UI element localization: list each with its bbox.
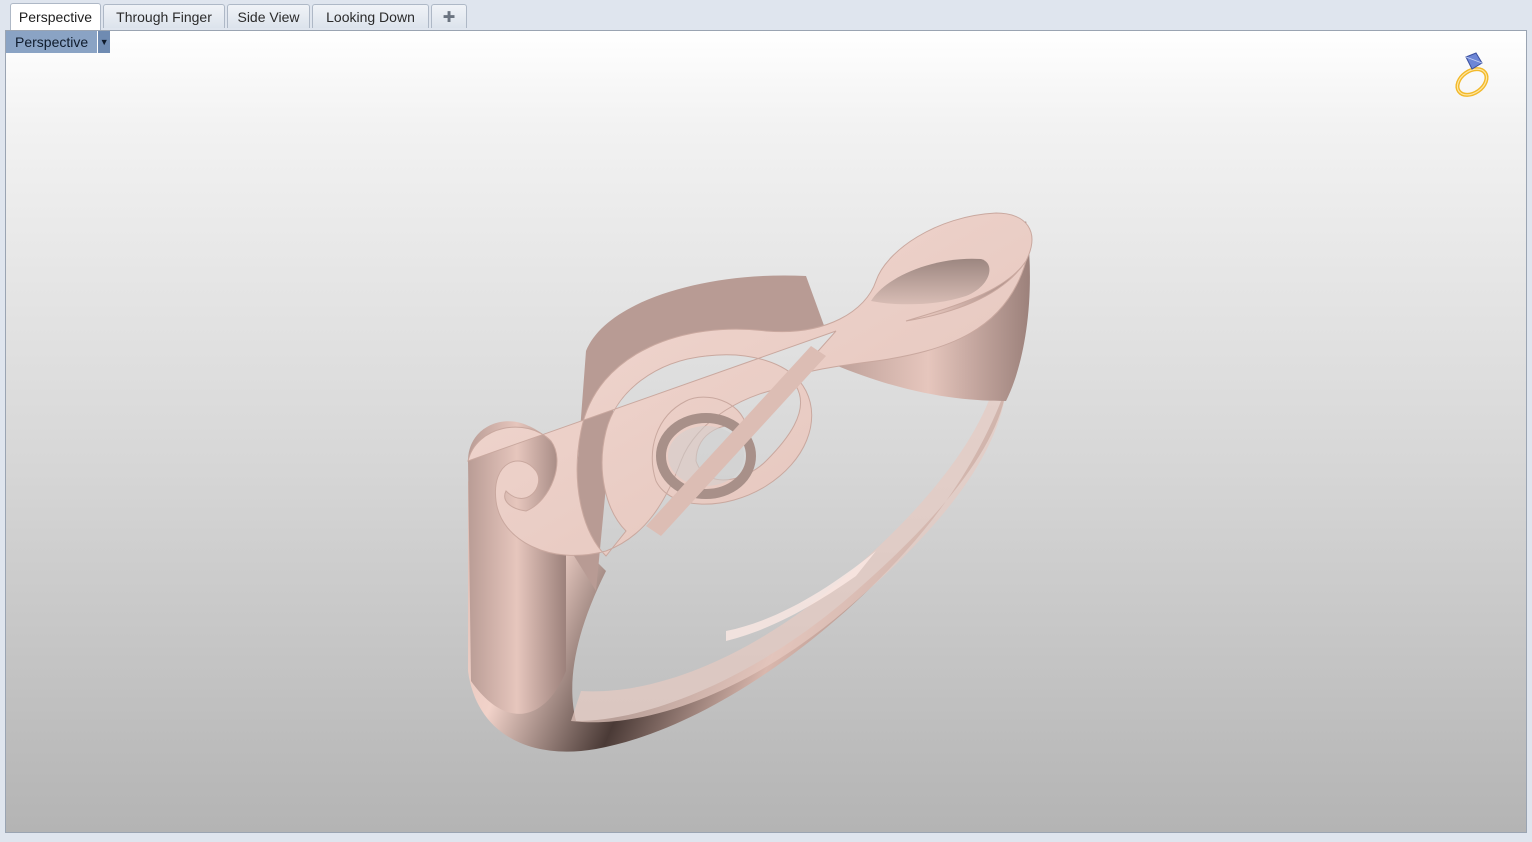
tab-side-view[interactable]: Side View [227,4,310,28]
tab-through-finger[interactable]: Through Finger [103,4,225,28]
tab-perspective[interactable]: Perspective [10,3,101,30]
tab-looking-down[interactable]: Looking Down [312,4,429,28]
bottom-strip [0,833,1532,842]
tab-label: Side View [237,8,300,25]
plus-icon: ✚ [442,8,456,26]
add-tab-button[interactable]: ✚ [431,4,467,28]
ring-model[interactable] [6,31,1527,833]
viewport-perspective[interactable]: Perspective ▼ [5,30,1527,833]
viewport-tab-bar: Perspective Through Finger Side View Loo… [0,0,1532,30]
tab-label: Perspective [18,9,93,25]
tab-label: Through Finger [116,8,212,25]
tab-label: Looking Down [326,8,415,25]
